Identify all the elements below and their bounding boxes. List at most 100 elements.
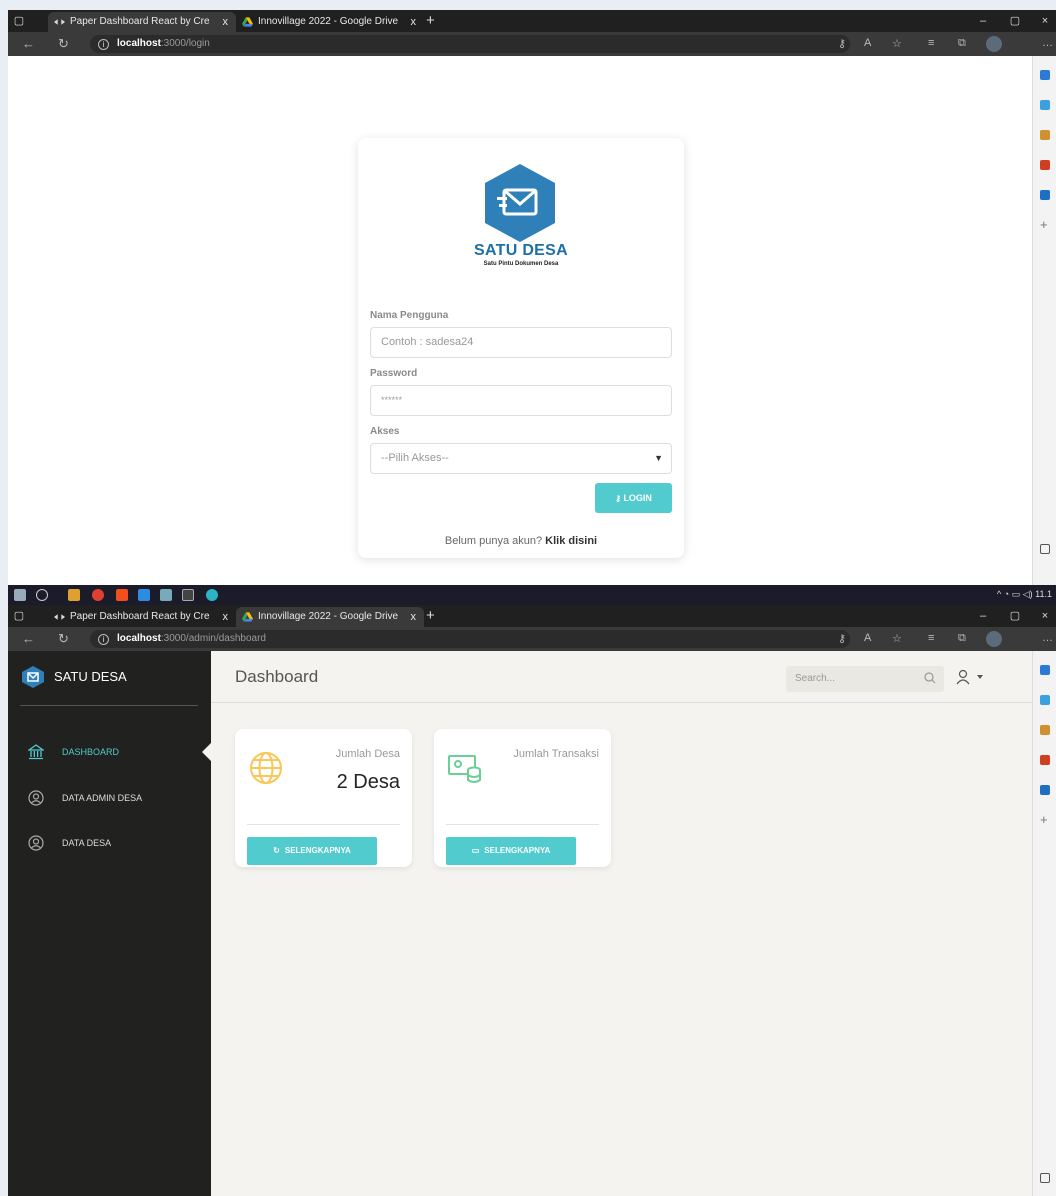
back-arrow-icon[interactable]: ← — [22, 36, 35, 52]
file-explorer-icon[interactable] — [68, 589, 80, 601]
tab-close-icon[interactable]: x — [411, 12, 417, 32]
tab-actions-icon[interactable]: ▢ — [12, 609, 26, 623]
read-aloud-icon[interactable]: A — [864, 37, 871, 49]
figma-icon[interactable] — [116, 589, 128, 601]
outlook-icon[interactable] — [1040, 785, 1050, 795]
terminal-icon[interactable] — [182, 589, 194, 601]
search-icon[interactable] — [1040, 70, 1050, 80]
info-icon[interactable]: i — [98, 634, 109, 645]
login-button[interactable]: ⚷ LOGIN — [595, 483, 672, 513]
more-menu-icon[interactable]: … — [1042, 37, 1053, 49]
search-icon[interactable] — [1040, 665, 1050, 675]
paper-dashboard-favicon — [54, 19, 65, 25]
office-icon[interactable] — [1040, 160, 1050, 170]
favorite-star-icon[interactable]: ☆ — [892, 632, 902, 645]
office-icon[interactable] — [1040, 755, 1050, 765]
user-circle-icon — [28, 790, 44, 806]
sidebar-item-dashboard[interactable]: DASHBOARD — [8, 739, 211, 765]
user-dropdown-caret-icon[interactable] — [977, 675, 983, 679]
new-tab-button[interactable]: + — [426, 12, 435, 30]
tab-google-drive[interactable]: Innovillage 2022 - Google Drive x — [236, 607, 424, 627]
shopping-icon[interactable] — [1040, 100, 1050, 110]
selengkapnya-button[interactable]: ▭ SELENGKAPNYA — [446, 837, 576, 865]
akses-select[interactable]: --Pilih Akses-- ▼ — [370, 443, 672, 474]
vscode-icon[interactable] — [138, 589, 150, 601]
profile-avatar[interactable] — [986, 631, 1002, 647]
read-aloud-icon[interactable]: A — [864, 632, 871, 644]
tab-title: Innovillage 2022 - Google Drive — [258, 16, 398, 27]
card-value: 2 Desa — [336, 771, 400, 793]
username-label: Nama Pengguna — [370, 310, 449, 321]
card-label: Jumlah Desa — [335, 748, 400, 760]
minimize-button[interactable]: – — [976, 14, 990, 28]
restore-button[interactable]: ▢ — [1008, 609, 1022, 623]
profile-avatar[interactable] — [986, 36, 1002, 52]
sidebar-toggle-icon[interactable] — [1040, 544, 1050, 554]
tab-actions-icon[interactable]: ▢ — [12, 14, 26, 28]
minimize-button[interactable]: – — [976, 609, 990, 623]
user-circle-icon — [28, 835, 44, 851]
zoom-icon[interactable] — [924, 672, 936, 684]
browser-tab-bar: ▢ Paper Dashboard React by Creati x Inno… — [8, 605, 1056, 627]
add-icon[interactable]: + — [1040, 813, 1050, 826]
user-icon[interactable] — [955, 669, 971, 685]
edge-sidebar-rail: + — [1032, 651, 1056, 1196]
refresh-icon[interactable]: ↻ — [58, 36, 69, 52]
signup-prompt: Belum punya akun? Klik disini — [358, 535, 684, 547]
url-field[interactable]: i localhost:3000/admin/dashboard — [90, 630, 850, 648]
calendar-icon: ▭ — [471, 846, 480, 855]
favorites-list-icon[interactable]: ≡ — [928, 632, 934, 644]
back-arrow-icon[interactable]: ← — [22, 631, 35, 647]
tab-paper-dashboard[interactable]: Paper Dashboard React by Creati x — [48, 12, 236, 32]
collections-icon[interactable]: ⧉ — [958, 632, 966, 645]
collections-icon[interactable]: ⧉ — [958, 37, 966, 50]
new-tab-button[interactable]: + — [426, 607, 435, 625]
windows-start-icon[interactable] — [14, 589, 26, 601]
top-navbar: Dashboard Search... — [211, 651, 1032, 703]
selengkapnya-button[interactable]: ↻ SELENGKAPNYA — [247, 837, 377, 865]
edge-icon[interactable] — [206, 589, 218, 601]
app-icon[interactable] — [160, 589, 172, 601]
tab-paper-dashboard[interactable]: Paper Dashboard React by Creati x — [48, 607, 236, 627]
people-icon[interactable] — [1040, 130, 1050, 140]
search-icon[interactable] — [36, 589, 48, 601]
username-input[interactable]: Contoh : sadesa24 — [370, 327, 672, 358]
outlook-icon[interactable] — [1040, 190, 1050, 200]
url-path: :3000/admin/dashboard — [160, 633, 266, 644]
close-window-button[interactable]: × — [1038, 14, 1052, 28]
sidebar-toggle-icon[interactable] — [1040, 1173, 1050, 1183]
favorite-star-icon[interactable]: ☆ — [892, 37, 902, 50]
restore-button[interactable]: ▢ — [1008, 14, 1022, 28]
people-icon[interactable] — [1040, 725, 1050, 735]
close-window-button[interactable]: × — [1038, 609, 1052, 623]
system-tray[interactable]: ^ ◔ ▭ ◁) 11.1 — [997, 589, 1052, 600]
favorites-list-icon[interactable]: ≡ — [928, 37, 934, 49]
more-menu-icon[interactable]: … — [1042, 632, 1053, 644]
main-content: Dashboard Search... Jumlah Desa 2 Desa ↻… — [211, 651, 1032, 1196]
url-field[interactable]: i localhost:3000/login — [90, 35, 850, 53]
search-input[interactable]: Search... — [786, 666, 944, 692]
tab-close-icon[interactable]: x — [223, 12, 229, 32]
akses-selected-value: --Pilih Akses-- — [381, 452, 449, 464]
password-input[interactable]: ****** — [370, 385, 672, 416]
chrome-icon[interactable] — [92, 589, 104, 601]
tab-close-icon[interactable]: x — [411, 607, 417, 627]
login-button-label: LOGIN — [623, 493, 652, 503]
address-bar-row: ← ↻ i localhost:3000/login ⚷ A ☆ ≡ ⧉ … — [8, 32, 1056, 56]
info-icon[interactable]: i — [98, 39, 109, 50]
add-icon[interactable]: + — [1040, 218, 1050, 231]
tab-google-drive[interactable]: Innovillage 2022 - Google Drive x — [236, 12, 424, 32]
shopping-icon[interactable] — [1040, 695, 1050, 705]
globe-icon — [250, 752, 282, 784]
refresh-icon[interactable]: ↻ — [58, 631, 69, 647]
active-caret — [202, 743, 211, 761]
sidebar-item-data-desa[interactable]: DATA DESA — [8, 830, 211, 856]
signup-link[interactable]: Klik disini — [545, 535, 597, 547]
brand-tagline: Satu Pintu Dokumen Desa — [483, 261, 559, 267]
key-icon[interactable]: ⚷ — [838, 632, 846, 645]
key-icon[interactable]: ⚷ — [838, 37, 846, 50]
edge-sidebar-rail: + — [1032, 56, 1056, 585]
windows-taskbar: ^ ◔ ▭ ◁) 11.1 — [8, 585, 1056, 605]
sidebar-item-data-admin-desa[interactable]: DATA ADMIN DESA — [8, 785, 211, 811]
tab-close-icon[interactable]: x — [223, 607, 229, 627]
